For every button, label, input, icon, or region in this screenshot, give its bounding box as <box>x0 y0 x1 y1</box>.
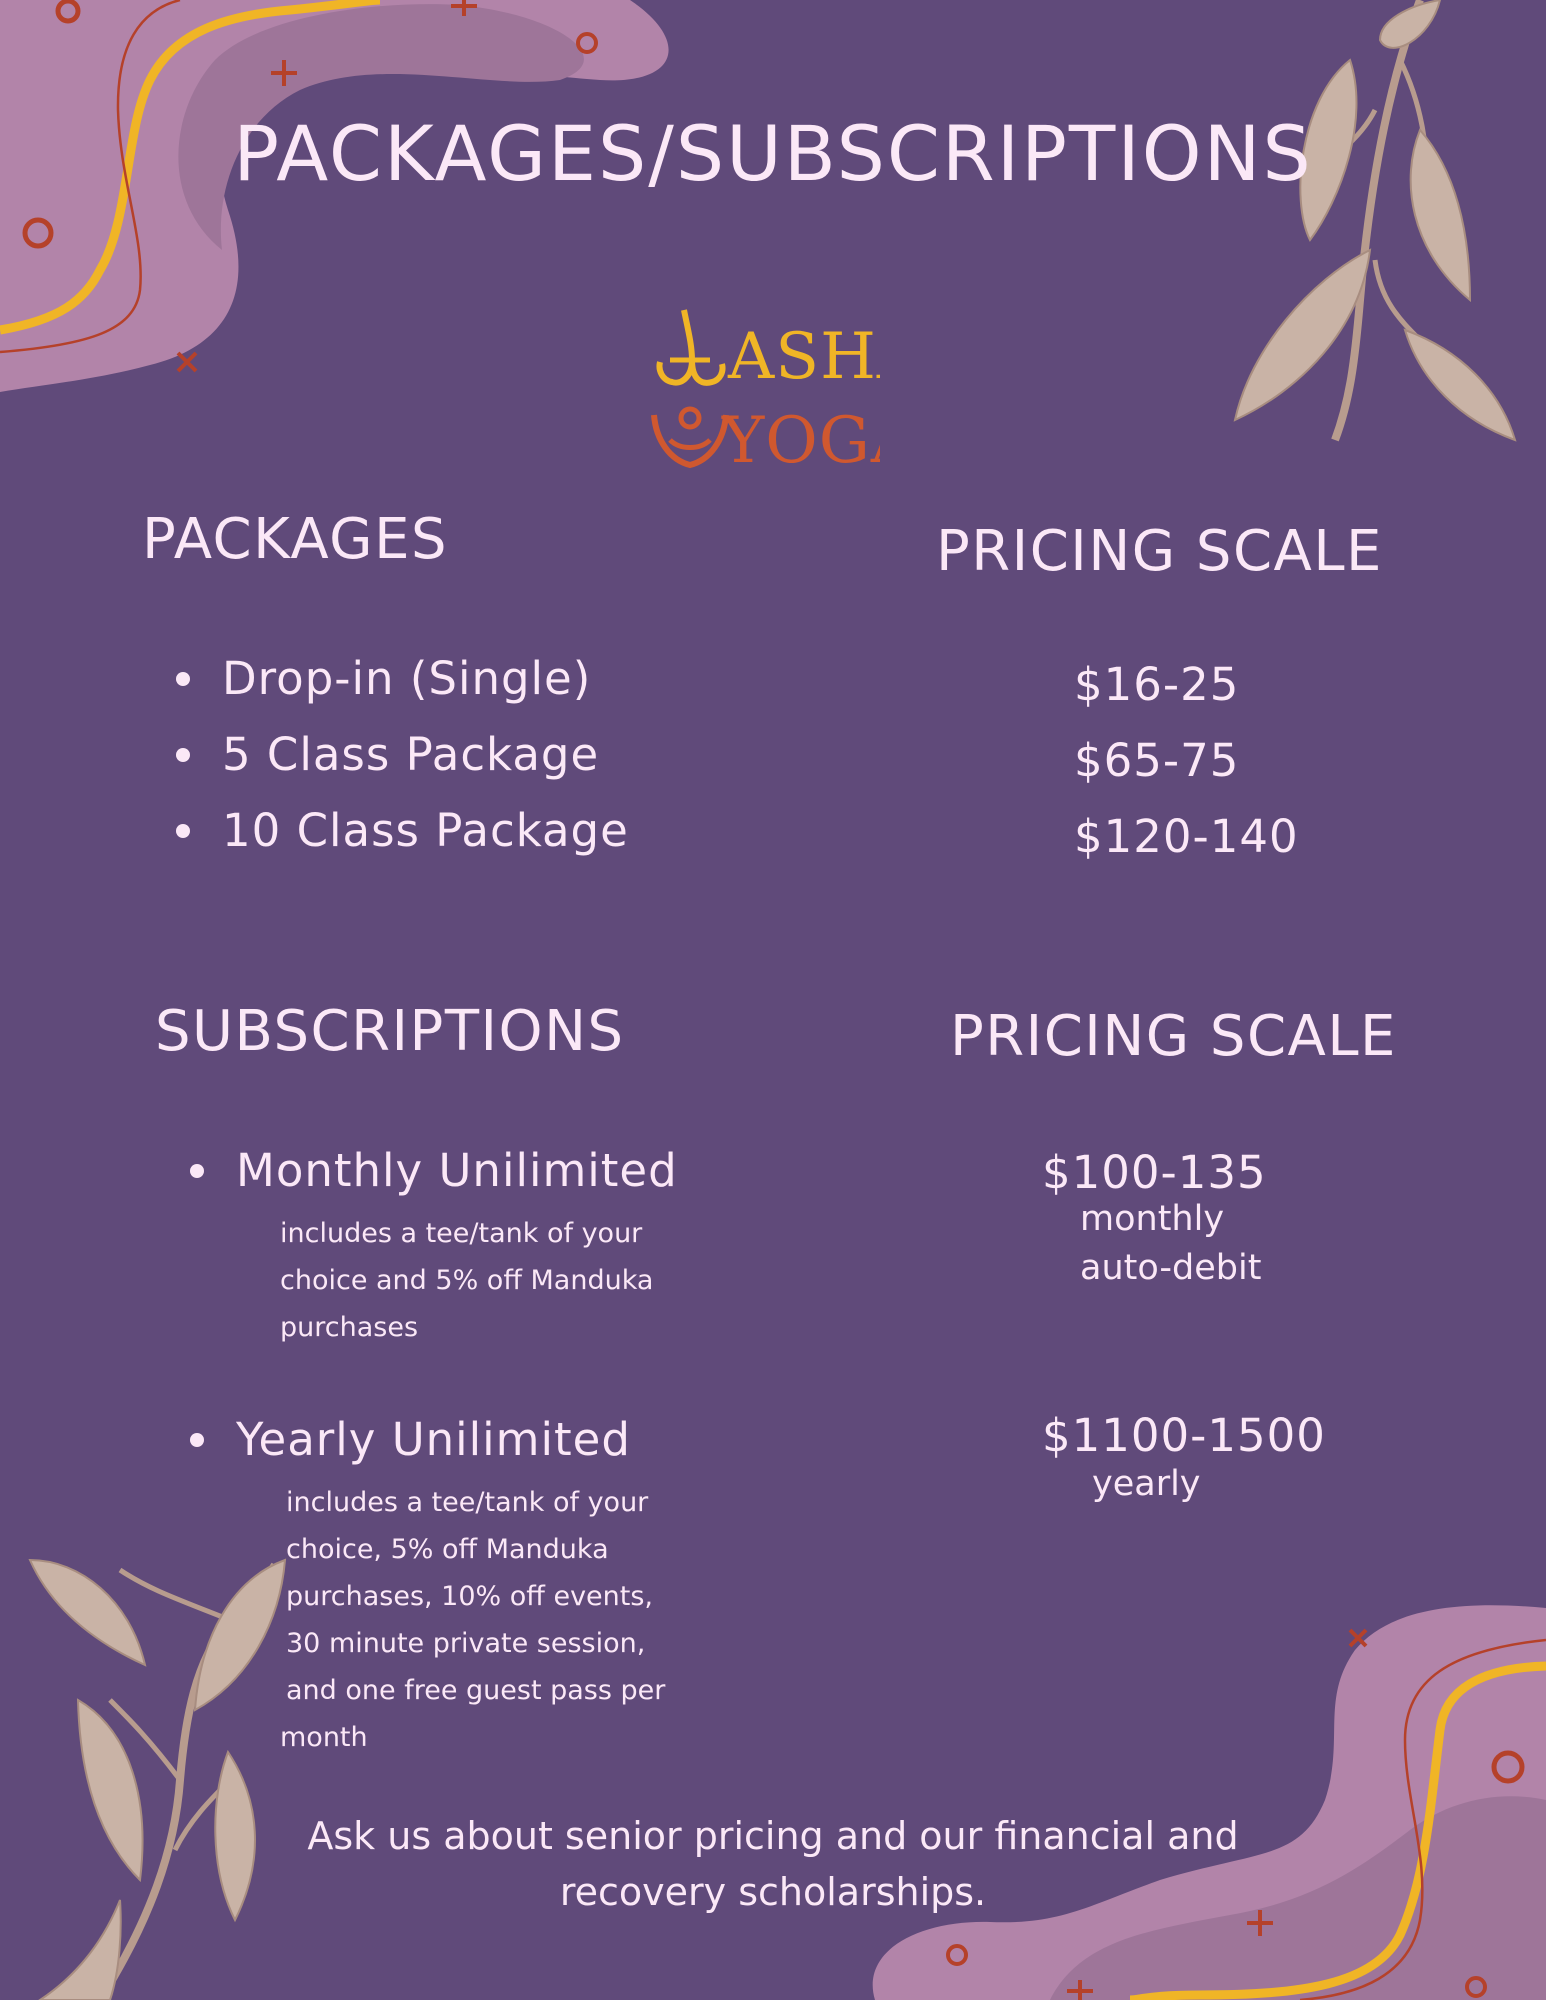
subscription-name: Yearly Unilimited <box>190 1413 631 1467</box>
monthly-price: $100-135 <box>1042 1146 1267 1199</box>
subscription-name: Monthly Unilimited <box>190 1144 678 1198</box>
packages-price-list: $16-25 $65-75 $120-140 <box>1074 658 1299 886</box>
logo-line2: YOGA <box>721 404 880 478</box>
cross-deco <box>176 351 198 373</box>
yearly-price: $1100-1500 <box>1042 1409 1326 1462</box>
logo-mark-icon: ASHA YOGA <box>651 309 923 478</box>
note-line: 30 minute private session, <box>286 1628 646 1659</box>
subscription-note-yearly: includes a tee/tank of your choice, 5% o… <box>280 1479 666 1761</box>
yearly-price-note: yearly <box>1092 1464 1201 1504</box>
note-line: includes a tee/tank of your <box>286 1487 649 1518</box>
price-value: $65-75 <box>1074 734 1240 787</box>
note-line: choice and 5% off Manduka <box>280 1265 654 1296</box>
monthly-price-note: monthly <box>1080 1199 1225 1239</box>
subscription-item-yearly: Yearly Unilimited <box>190 1413 631 1467</box>
footer-note: Ask us about senior pricing and our fina… <box>0 1808 1546 1920</box>
packages-heading: PACKAGES <box>142 507 448 572</box>
leaf-icon <box>1233 0 1517 442</box>
footer-line: Ask us about senior pricing and our fina… <box>307 1814 1239 1858</box>
note-line: month <box>280 1722 368 1753</box>
note-line: includes a tee/tank of your <box>280 1218 643 1249</box>
asha-yoga-logo: ASHA YOGA <box>640 300 923 480</box>
price-value: $120-140 <box>1074 810 1299 863</box>
leaf-branch-icon <box>1308 0 1429 442</box>
subscription-item-monthly: Monthly Unilimited <box>190 1144 678 1198</box>
packages-list: Drop-in (Single) 5 Class Package 10 Clas… <box>176 652 629 880</box>
list-item: Drop-in (Single) <box>176 652 629 728</box>
subscriptions-pricing-heading: PRICING SCALE <box>950 1004 1397 1069</box>
subscription-note-monthly: includes a tee/tank of your choice and 5… <box>280 1210 653 1351</box>
list-item: 5 Class Package <box>176 728 629 804</box>
list-item: 10 Class Package <box>176 804 629 880</box>
cross-deco <box>1348 1628 1368 1648</box>
page-title: PACKAGES/SUBSCRIPTIONS <box>233 109 1313 198</box>
note-line: purchases, 10% off events, <box>286 1581 654 1612</box>
price-value: $16-25 <box>1074 658 1240 711</box>
subscriptions-heading: SUBSCRIPTIONS <box>155 999 625 1064</box>
monthly-price-note: auto-debit <box>1080 1248 1262 1288</box>
flyer-page: PACKAGES/SUBSCRIPTIONS ASHA YOGA PACKAGE… <box>0 0 1546 2000</box>
note-line: and one free guest pass per <box>286 1675 666 1706</box>
logo-line1: ASHA <box>727 320 880 394</box>
note-line: choice, 5% off Manduka <box>286 1534 609 1565</box>
note-line: purchases <box>280 1312 419 1343</box>
leaf-icon <box>28 1558 287 2000</box>
footer-line: recovery scholarships. <box>559 1870 987 1914</box>
packages-pricing-heading: PRICING SCALE <box>936 519 1383 584</box>
